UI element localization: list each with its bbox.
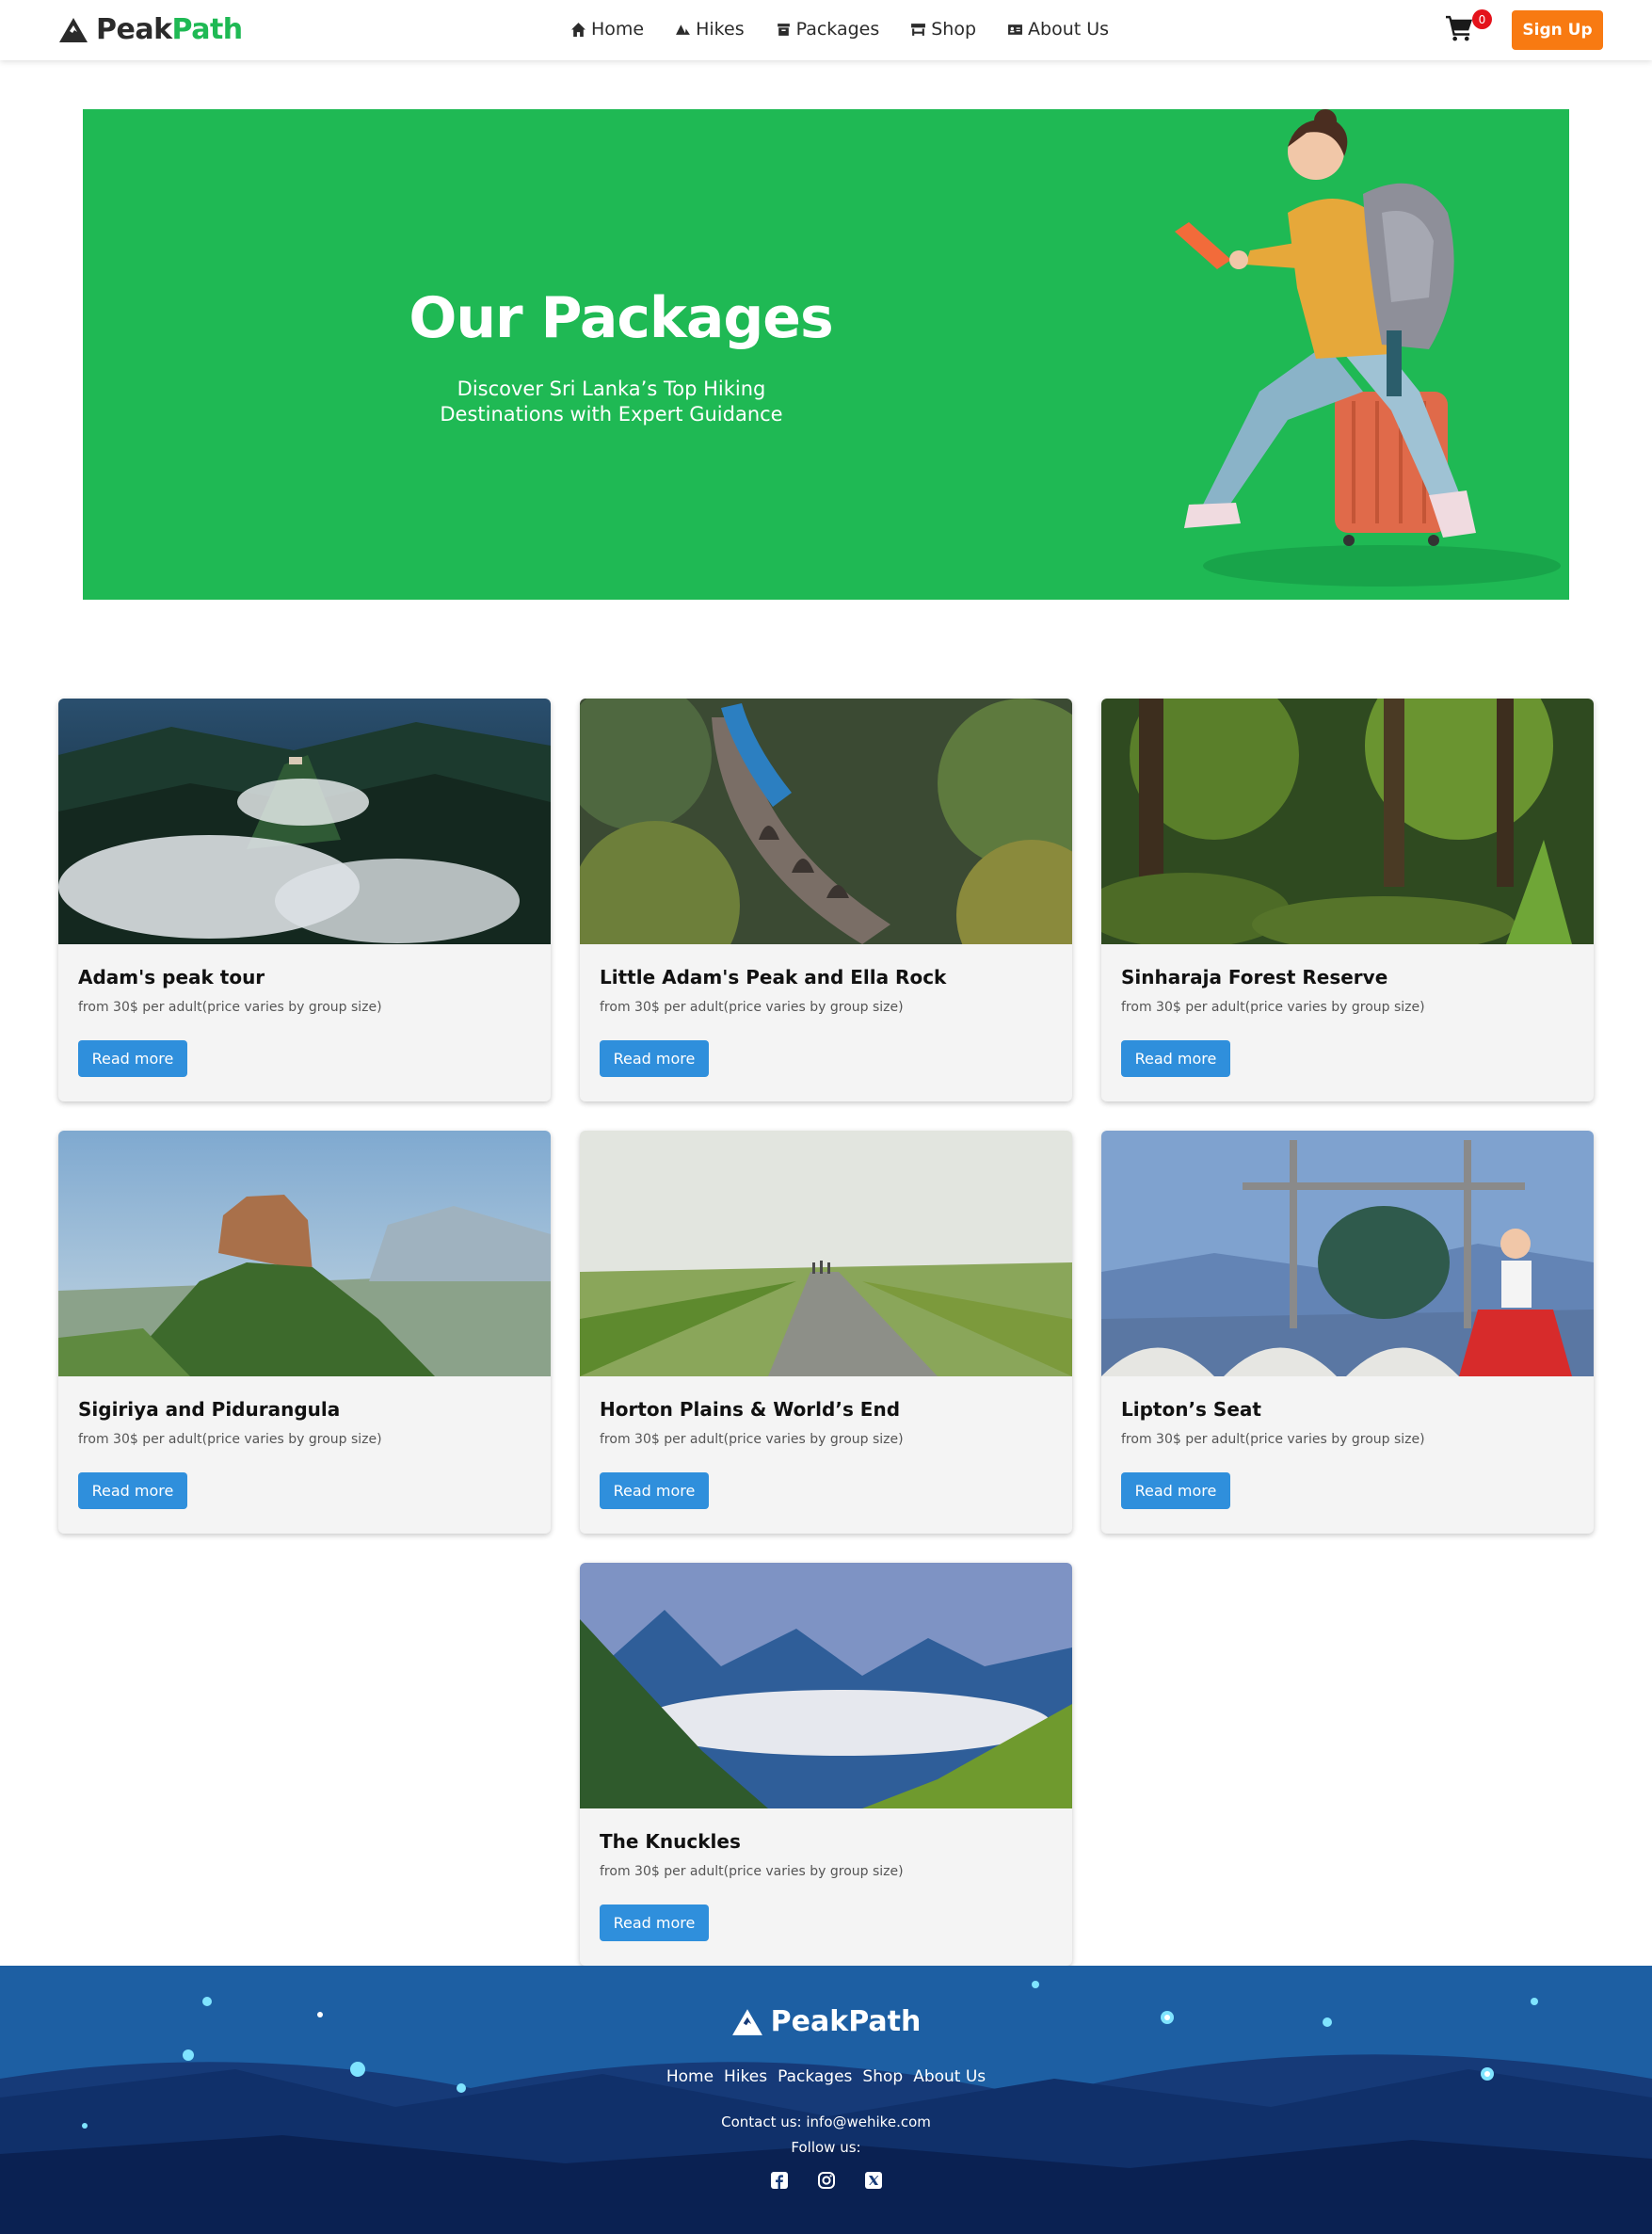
package-card: Adam's peak tour from 30$ per adult(pric… — [58, 699, 551, 1101]
hero-traveler-image — [1175, 109, 1561, 587]
nav-home[interactable]: Home — [570, 19, 644, 40]
package-image — [58, 699, 551, 944]
nav-about[interactable]: About Us — [1007, 19, 1109, 40]
footer-link-shop[interactable]: Shop — [862, 2067, 903, 2086]
hero-subtitle-line-1: Discover Sri Lanka’s Top Hiking — [457, 378, 766, 400]
footer-nav: Home Hikes Packages Shop About Us — [0, 2067, 1652, 2086]
sign-up-button[interactable]: Sign Up — [1512, 10, 1603, 50]
package-price: from 30$ per adult(price varies by group… — [78, 1432, 382, 1447]
footer-contact: Contact us: info@wehike.com — [721, 2113, 931, 2130]
package-title: Little Adam's Peak and Ella Rock — [600, 966, 947, 988]
package-price: from 30$ per adult(price varies by group… — [600, 1000, 904, 1015]
hero-subtitle-line-2: Destinations with Expert Guidance — [440, 403, 783, 426]
nav-about-label: About Us — [1028, 19, 1110, 40]
mountain-logo-icon — [59, 17, 88, 42]
nav-home-label: Home — [591, 19, 645, 40]
package-price: from 30$ per adult(price varies by group… — [1121, 1000, 1425, 1015]
navbar: PeakPath Home Hikes Packages Shop About … — [0, 0, 1652, 60]
instagram-icon[interactable] — [817, 2171, 836, 2190]
package-title: Adam's peak tour — [78, 966, 265, 988]
read-more-button[interactable]: Read more — [78, 1040, 187, 1077]
package-card: Sinharaja Forest Reserve from 30$ per ad… — [1101, 699, 1594, 1101]
mountain-logo-icon — [731, 2008, 762, 2035]
read-more-button[interactable]: Read more — [1121, 1040, 1230, 1077]
home-icon — [571, 22, 585, 37]
footer-follow-label: Follow us: — [791, 2139, 861, 2156]
package-title: The Knuckles — [600, 1830, 741, 1853]
package-card: Sigiriya and Pidurangula from 30$ per ad… — [58, 1131, 551, 1534]
footer: PeakPath Home Hikes Packages Shop About … — [0, 1966, 1652, 2234]
cart-button[interactable]: 0 — [1445, 9, 1492, 46]
package-price: from 30$ per adult(price varies by group… — [600, 1864, 904, 1879]
cart-count-badge: 0 — [1472, 9, 1492, 29]
nav-shop-label: Shop — [931, 19, 977, 40]
x-twitter-icon[interactable] — [864, 2171, 883, 2190]
footer-link-about[interactable]: About Us — [913, 2067, 986, 2086]
footer-brand-name: PeakPath — [770, 2005, 922, 2038]
nav-packages[interactable]: Packages — [776, 19, 880, 40]
nav-hikes-label: Hikes — [696, 19, 745, 40]
package-title: Sigiriya and Pidurangula — [78, 1398, 341, 1421]
package-image — [580, 699, 1072, 944]
read-more-button[interactable]: Read more — [600, 1472, 709, 1509]
read-more-button[interactable]: Read more — [600, 1040, 709, 1077]
main-nav: Home Hikes Packages Shop About Us — [570, 19, 1109, 40]
footer-link-home[interactable]: Home — [666, 2067, 714, 2086]
hero-banner: Our Packages Discover Sri Lanka’s Top Hi… — [83, 109, 1569, 600]
nav-packages-label: Packages — [795, 19, 880, 40]
nav-hikes[interactable]: Hikes — [675, 19, 745, 40]
nav-shop[interactable]: Shop — [910, 19, 976, 40]
footer-brand[interactable]: PeakPath — [0, 2005, 1652, 2038]
cart-icon — [1446, 15, 1473, 41]
package-price: from 30$ per adult(price varies by group… — [600, 1432, 904, 1447]
hero-title: Our Packages — [409, 285, 833, 351]
footer-link-hikes[interactable]: Hikes — [724, 2067, 767, 2086]
facebook-icon[interactable] — [770, 2171, 789, 2190]
read-more-button[interactable]: Read more — [1121, 1472, 1230, 1509]
social-links — [0, 2171, 1652, 2190]
package-image — [580, 1131, 1072, 1376]
package-price: from 30$ per adult(price varies by group… — [1121, 1432, 1425, 1447]
package-image — [1101, 699, 1594, 944]
box-icon — [777, 23, 790, 36]
hero-subtitle: Discover Sri Lanka’s Top Hiking Destinat… — [83, 377, 1140, 427]
id-card-icon — [1008, 24, 1022, 35]
package-image — [1101, 1131, 1594, 1376]
package-title: Horton Plains & World’s End — [600, 1398, 901, 1421]
package-price: from 30$ per adult(price varies by group… — [78, 1000, 382, 1015]
package-title: Sinharaja Forest Reserve — [1121, 966, 1388, 988]
brand-logo[interactable]: PeakPath — [58, 13, 243, 46]
package-card: The Knuckles from 30$ per adult(price va… — [580, 1563, 1072, 1966]
read-more-button[interactable]: Read more — [600, 1905, 709, 1941]
mountain-icon — [676, 24, 691, 35]
package-card: Little Adam's Peak and Ella Rock from 30… — [580, 699, 1072, 1101]
store-icon — [911, 23, 926, 36]
footer-link-packages[interactable]: Packages — [778, 2067, 852, 2086]
package-card: Lipton’s Seat from 30$ per adult(price v… — [1101, 1131, 1594, 1534]
package-image — [58, 1131, 551, 1376]
brand-name: PeakPath — [96, 13, 243, 46]
package-title: Lipton’s Seat — [1121, 1398, 1261, 1421]
read-more-button[interactable]: Read more — [78, 1472, 187, 1509]
package-card: Horton Plains & World’s End from 30$ per… — [580, 1131, 1072, 1534]
package-image — [580, 1563, 1072, 1808]
